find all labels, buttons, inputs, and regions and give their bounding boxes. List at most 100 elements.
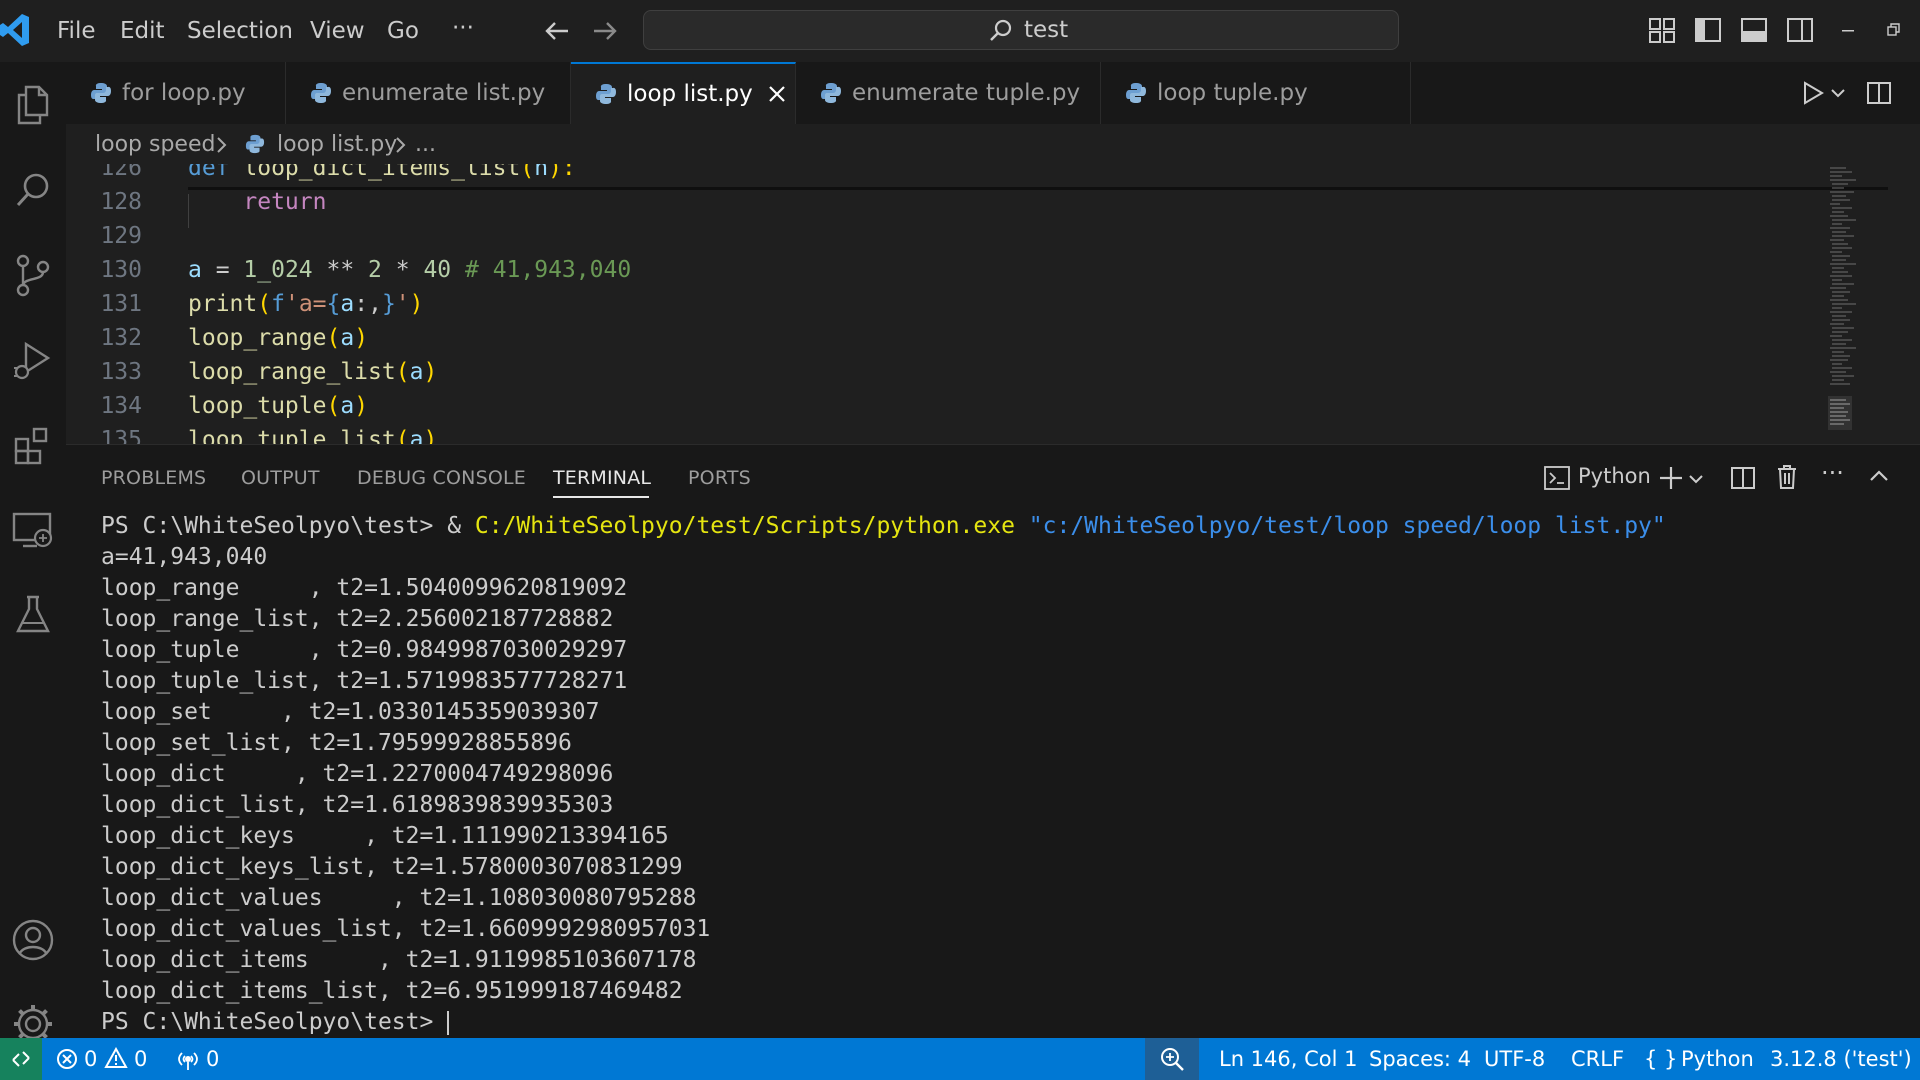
ports-count[interactable]: 0: [206, 1038, 219, 1080]
tab-problems[interactable]: PROBLEMS: [101, 445, 206, 511]
close-tab-icon[interactable]: [767, 84, 787, 104]
search-icon: [990, 19, 1012, 41]
python-file-icon: [311, 83, 331, 103]
terminal-shell-label[interactable]: Python: [1578, 464, 1651, 488]
customize-layout-icon[interactable]: [1648, 16, 1676, 44]
terminal-output[interactable]: PS C:\WhiteSeolpyo\test> & C:/WhiteSeolp…: [101, 511, 1901, 1038]
command-center-search[interactable]: test: [643, 10, 1399, 50]
tab-debug-console[interactable]: DEBUG CONSOLE: [357, 445, 526, 511]
tab-ports[interactable]: PORTS: [688, 445, 751, 511]
code-token: f: [271, 291, 285, 317]
language-mode[interactable]: Python: [1681, 1038, 1754, 1080]
breadcrumb-file[interactable]: loop list.py: [277, 132, 397, 157]
python-file-icon: [821, 83, 841, 103]
search-view-icon[interactable]: [0, 160, 66, 220]
breadcrumb-folder[interactable]: loop speed: [95, 132, 215, 157]
terminal-line: loop_tuple_list, t2=1.5719983577728271: [101, 668, 628, 694]
remote-explorer-icon[interactable]: [0, 500, 66, 560]
indentation[interactable]: Spaces: 4: [1369, 1038, 1471, 1080]
tab-enumerate-tuple[interactable]: enumerate tuple.py: [796, 62, 1101, 124]
terminal-exe-path: C:/WhiteSeolpyo/test/Scripts/python.exe: [474, 513, 1015, 539]
toggle-panel-icon[interactable]: [1740, 16, 1768, 44]
menu-file[interactable]: File: [57, 0, 96, 62]
trash-icon[interactable]: [1775, 464, 1799, 490]
line-number: 135: [100, 427, 142, 444]
remote-indicator[interactable]: [0, 1038, 42, 1080]
split-editor-icon[interactable]: [1866, 80, 1892, 106]
code-token: n: [534, 164, 549, 181]
terminal-script-arg: "c:/WhiteSeolpyo/test/loop speed/loop li…: [1014, 513, 1666, 539]
code-line: 129: [66, 219, 1816, 253]
code-text: return: [188, 185, 326, 219]
new-terminal-icon[interactable]: [1658, 465, 1684, 491]
code-token: a: [409, 359, 424, 385]
restore-icon[interactable]: [1886, 22, 1902, 38]
file-encoding[interactable]: UTF-8: [1484, 1038, 1545, 1080]
warning-icon[interactable]: [104, 1047, 128, 1069]
end-of-line[interactable]: CRLF: [1571, 1038, 1624, 1080]
tab-label: loop list.py: [627, 81, 753, 107]
error-icon[interactable]: [56, 1048, 78, 1070]
cursor-position[interactable]: Ln 146, Col 1: [1219, 1038, 1358, 1080]
chevron-down-icon[interactable]: [1830, 86, 1846, 100]
breadcrumb: loop speed loop list.py ...: [66, 124, 1920, 164]
braces-icon[interactable]: { }: [1644, 1038, 1677, 1080]
source-control-icon[interactable]: [0, 245, 66, 305]
tab-for-loop[interactable]: for loop.py: [66, 62, 286, 124]
minimap[interactable]: [1826, 164, 1866, 434]
menu-more-icon[interactable]: ···: [452, 0, 474, 62]
code-token: **: [312, 257, 369, 283]
ports-broadcast-icon[interactable]: [176, 1047, 200, 1071]
tab-output[interactable]: OUTPUT: [241, 445, 320, 511]
code-token: 'a=: [284, 291, 327, 317]
code-token: a: [340, 325, 355, 351]
accounts-icon[interactable]: [0, 910, 66, 970]
breadcrumb-more[interactable]: ...: [415, 132, 436, 157]
code-text: print(f'a={a:,}'): [188, 287, 424, 321]
terminal-line: loop_dict_items_list, t2=6.9519991874694…: [101, 978, 683, 1004]
tab-enumerate-list[interactable]: enumerate list.py: [286, 62, 571, 124]
maximize-panel-icon[interactable]: [1868, 467, 1890, 485]
terminal-prompt: PS C:\WhiteSeolpyo\test>: [101, 513, 448, 539]
arrow-right-icon[interactable]: [588, 14, 622, 48]
split-terminal-icon[interactable]: [1730, 465, 1756, 491]
terminal-cursor: [447, 1010, 450, 1035]
tab-loop-list[interactable]: loop list.py: [571, 62, 796, 124]
code-token: (: [395, 359, 410, 385]
run-file-icon[interactable]: [1800, 80, 1826, 106]
error-count[interactable]: 0: [84, 1038, 97, 1080]
run-debug-icon[interactable]: [0, 330, 66, 390]
menu-edit[interactable]: Edit: [120, 0, 165, 62]
terminal-line: loop_range_list, t2=2.256002187728882: [101, 606, 614, 632]
python-interpreter[interactable]: 3.12.8 ('test'): [1770, 1038, 1912, 1080]
more-actions-icon[interactable]: ···: [1821, 459, 1844, 487]
toggle-primary-sidebar-icon[interactable]: [1694, 16, 1722, 44]
arrow-left-icon[interactable]: [540, 14, 574, 48]
code-token: (: [326, 325, 341, 351]
menu-view[interactable]: View: [310, 0, 365, 62]
zoom-indicator[interactable]: [1145, 1038, 1199, 1080]
chevron-down-icon[interactable]: [1688, 472, 1704, 486]
menu-selection[interactable]: Selection: [187, 0, 293, 62]
menu-go[interactable]: Go: [387, 0, 419, 62]
terminal-line: loop_dict_keys , t2=1.111990213394165: [101, 823, 669, 849]
chevron-right-icon: [217, 137, 227, 153]
code-token: ): [354, 325, 369, 351]
code-token: loop_tuple_list: [188, 427, 396, 444]
tab-loop-tuple[interactable]: loop tuple.py: [1101, 62, 1411, 124]
code-editor[interactable]: 126 def loop_dict_items_list(n): 128 retur…: [66, 164, 1920, 444]
terminal-line: loop_dict_values , t2=1.108030080795288: [101, 885, 697, 911]
code-token: print: [188, 291, 258, 317]
code-line: 126 def loop_dict_items_list(n):: [66, 164, 1816, 185]
extensions-icon[interactable]: [0, 415, 66, 475]
testing-icon[interactable]: [0, 585, 66, 645]
line-number: 126: [100, 164, 142, 181]
code-token: loop_range: [188, 325, 327, 351]
warning-count[interactable]: 0: [134, 1038, 147, 1080]
code-line: 131 print(f'a={a:,}'): [66, 287, 1816, 321]
explorer-icon[interactable]: [0, 75, 66, 135]
minimize-icon[interactable]: [1840, 29, 1856, 33]
toggle-secondary-sidebar-icon[interactable]: [1786, 16, 1814, 44]
tab-terminal[interactable]: TERMINAL: [553, 445, 651, 511]
